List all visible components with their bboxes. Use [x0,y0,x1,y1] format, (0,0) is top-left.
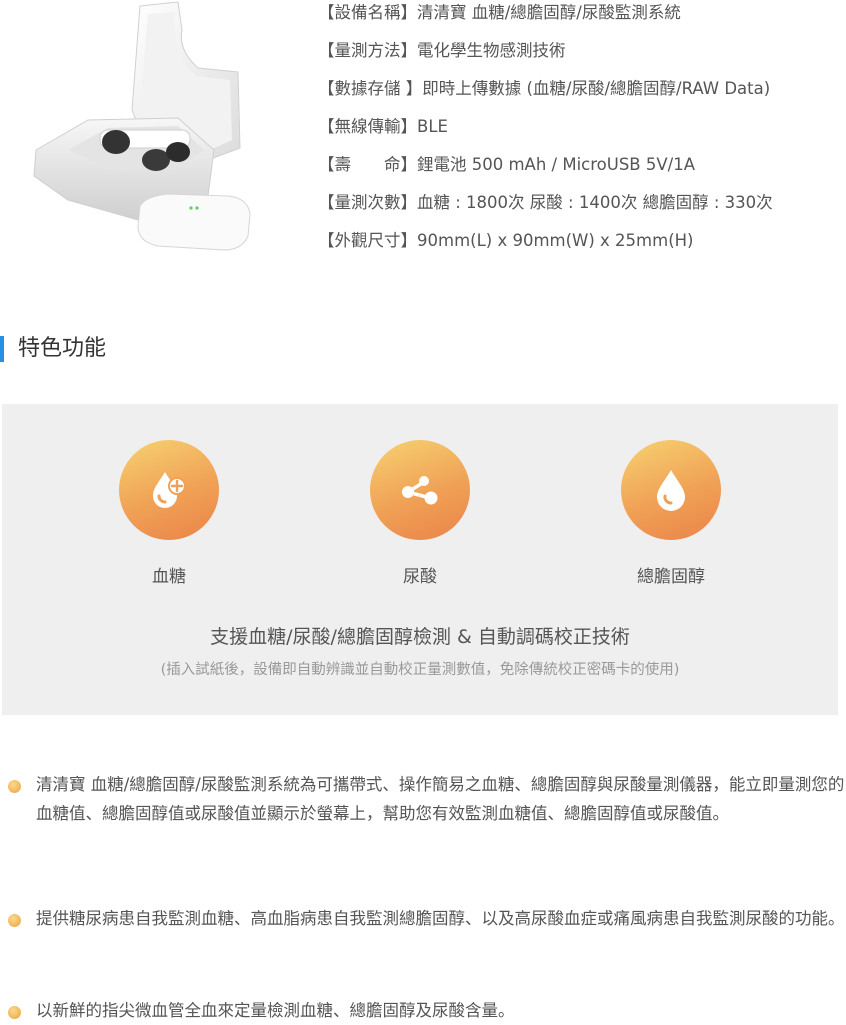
bullet-dot-icon [8,780,21,793]
spec-label: 【外觀尺寸】 [318,231,417,250]
list-item: 提供糖尿病患自我監測血糖、高血脂病患自我監測總膽固醇、以及高尿酸血症或痛風病患自… [8,904,846,996]
spec-row-wireless: 【無線傳輸】BLE [318,116,844,154]
spec-label: 【設備名稱】 [318,3,417,22]
features-panel: 血糖 尿酸 總膽固醇 支援血糖/尿酸/總膽固醇檢測 & 自動調碼校正技術 (插入… [2,404,838,715]
spec-label: 【量測次數】 [318,193,417,212]
spec-row-dimensions: 【外觀尺寸】90mm(L) x 90mm(W) x 25mm(H) [318,230,844,268]
spec-label: 【量測方法】 [318,41,417,60]
spec-value: 90mm(L) x 90mm(W) x 25mm(H) [417,231,694,250]
bullet-dot-icon [8,914,21,927]
bullet-dot-icon [8,1006,21,1019]
spec-value: 清清寶 血糖/總膽固醇/尿酸監測系統 [417,3,681,22]
list-item-text: 以新鮮的指尖微血管全血來定量檢測血糖、總膽固醇及尿酸含量。 [36,1001,515,1020]
list-item: 以新鮮的指尖微血管全血來定量檢測血糖、總膽固醇及尿酸含量。 [8,996,846,1025]
list-item: 清清寶 血糖/總膽固醇/尿酸監測系統為可攜帶式、操作簡易之血糖、總膽固醇與尿酸量… [8,770,846,904]
spec-value: 鋰電池 500 mAh / MicroUSB 5V/1A [417,155,696,174]
spec-label: 【數據存儲 】 [318,79,423,98]
spec-value: BLE [417,117,448,136]
spec-value: 電化學生物感測技術 [417,41,566,60]
feature-cholesterol: 總膽固醇 [601,440,741,587]
spec-row-test-count: 【量測次數】血糖 : 1800次 尿酸 : 1400次 總膽固醇 : 330次 [318,192,844,230]
list-item-text: 提供糖尿病患自我監測血糖、高血脂病患自我監測總膽固醇、以及高尿酸血症或痛風病患自… [36,909,845,928]
molecule-share-icon [402,476,438,505]
spec-row-device-name: 【設備名稱】清清寶 血糖/總膽固醇/尿酸監測系統 [318,2,844,40]
feature-uric-acid: 尿酸 [350,440,490,587]
feature-description-list: 清清寶 血糖/總膽固醇/尿酸監測系統為可攜帶式、操作簡易之血糖、總膽固醇與尿酸量… [8,770,846,1025]
product-image [28,0,258,260]
feature-blood-glucose: 血糖 [99,440,239,587]
panel-subtitle: (插入試紙後，設備即自動辨識並自動校正量測數值，免除傳統校正密碼卡的使用) [160,662,680,678]
drop-icon [657,470,685,511]
panel-title: 支援血糖/尿酸/總膽固醇檢測 & 自動調碼校正技術 [210,626,630,648]
feature-circle [119,440,219,540]
spec-row-method: 【量測方法】電化學生物感測技術 [318,40,844,78]
feature-label: 血糖 [152,567,186,587]
list-item-text: 清清寶 血糖/總膽固醇/尿酸監測系統為可攜帶式、操作簡易之血糖、總膽固醇與尿酸量… [36,775,845,823]
feature-circle [370,440,470,540]
spec-label: 【無線傳輸】 [318,117,417,136]
spec-row-storage: 【數據存儲 】即時上傳數據 (血糖/尿酸/總膽固醇/RAW Data) [318,78,844,116]
feature-label: 總膽固醇 [637,567,705,587]
feature-label: 尿酸 [403,567,437,587]
spec-label: 【壽 命】 [318,155,417,174]
feature-circle [621,440,721,540]
section-title: 特色功能 [0,336,106,362]
spec-list: 【設備名稱】清清寶 血糖/總膽固醇/尿酸監測系統 【量測方法】電化學生物感測技術… [318,2,844,268]
spec-value: 即時上傳數據 (血糖/尿酸/總膽固醇/RAW Data) [422,79,771,98]
blood-drop-plus-icon [153,472,186,508]
spec-row-battery: 【壽 命】鋰電池 500 mAh / MicroUSB 5V/1A [318,154,844,192]
spec-value: 血糖 : 1800次 尿酸 : 1400次 總膽固醇 : 330次 [417,193,773,212]
